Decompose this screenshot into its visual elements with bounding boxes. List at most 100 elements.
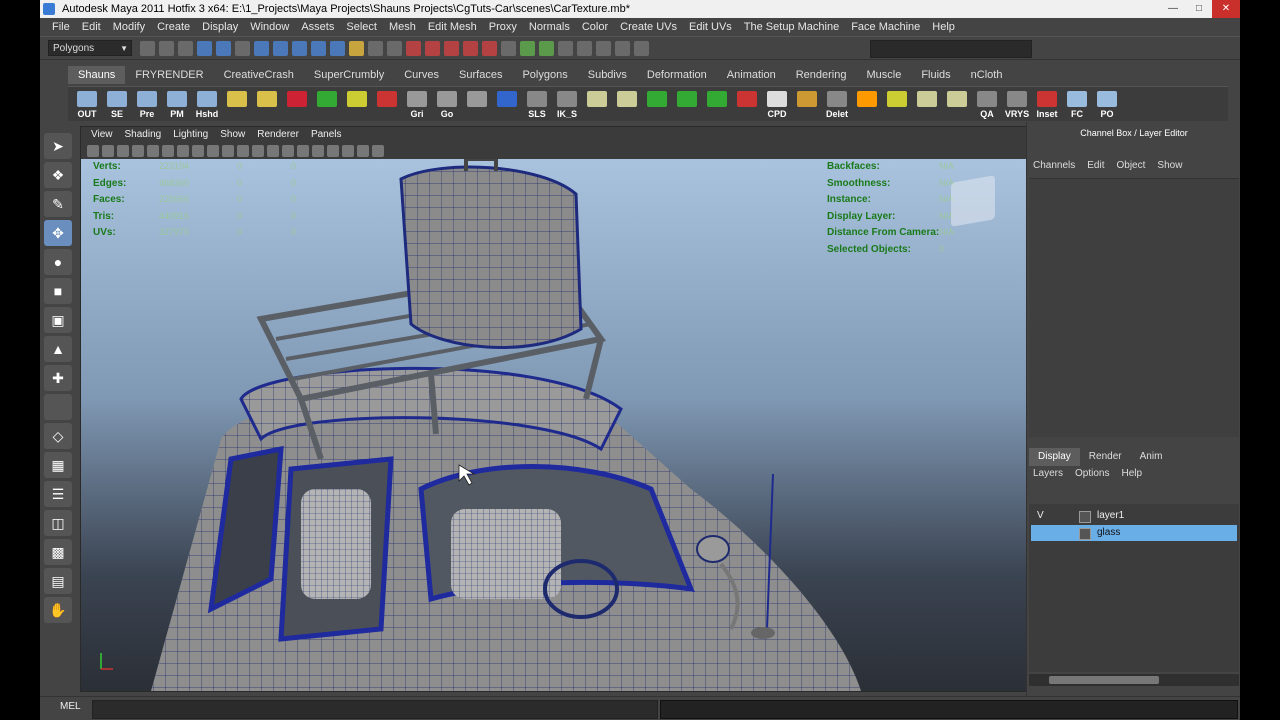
shelf-button-tool[interactable]: [884, 89, 910, 119]
shelf-button-tool[interactable]: [344, 89, 370, 119]
viewport-menu-show[interactable]: Show: [214, 127, 251, 143]
status-line-tool-icon[interactable]: [539, 41, 554, 56]
shadows-icon[interactable]: [312, 145, 324, 157]
perspective-viewport[interactable]: View Shading Lighting Show Renderer Panels: [80, 126, 1056, 692]
status-line-tool-icon[interactable]: [387, 41, 402, 56]
status-line-tool-icon[interactable]: [235, 41, 250, 56]
camera-icon[interactable]: [87, 145, 99, 157]
shelf-button-po[interactable]: PO: [1094, 89, 1120, 119]
channel-box-menu-edit[interactable]: Edit: [1081, 160, 1110, 171]
command-input[interactable]: [92, 700, 658, 719]
shelf-button-tool[interactable]: [494, 89, 520, 119]
smooth-shade-icon[interactable]: [252, 145, 264, 157]
layout-outliner[interactable]: ☰: [44, 481, 72, 507]
status-line-tool-icon[interactable]: [311, 41, 326, 56]
camera-attributes-icon[interactable]: [102, 145, 114, 157]
paint-select-tool[interactable]: ✎: [44, 191, 72, 217]
shelf-tab-deformation[interactable]: Deformation: [637, 66, 717, 84]
grid-icon[interactable]: [147, 145, 159, 157]
menu-normals[interactable]: Normals: [523, 21, 576, 33]
layer-row[interactable]: glass: [1031, 525, 1237, 541]
shelf-tab-subdivs[interactable]: Subdivs: [578, 66, 637, 84]
rotate-tool[interactable]: ●: [44, 249, 72, 275]
menu-help[interactable]: Help: [926, 21, 961, 33]
status-line-tool-icon[interactable]: [558, 41, 573, 56]
hq-render-icon[interactable]: [372, 145, 384, 157]
hand-tool[interactable]: ✋: [44, 597, 72, 623]
status-line-tool-icon[interactable]: [254, 41, 269, 56]
shelf-button-vrys[interactable]: VRYS: [1004, 89, 1030, 119]
layout-script[interactable]: ▤: [44, 568, 72, 594]
last-tool[interactable]: ✚: [44, 365, 72, 391]
menu-proxy[interactable]: Proxy: [483, 21, 523, 33]
viewport-menu-renderer[interactable]: Renderer: [251, 127, 305, 143]
shelf-button-pre[interactable]: Pre: [134, 89, 160, 119]
textured-icon[interactable]: [282, 145, 294, 157]
shelf-button-tool[interactable]: [284, 89, 310, 119]
viewport-menu-lighting[interactable]: Lighting: [167, 127, 214, 143]
layer-menu-help[interactable]: Help: [1115, 468, 1148, 479]
layer-list-scrollbar[interactable]: [1029, 674, 1239, 686]
shelf-tab-curves[interactable]: Curves: [394, 66, 449, 84]
xray-icon[interactable]: [342, 145, 354, 157]
shelf-button-tool[interactable]: [374, 89, 400, 119]
shelf-button-tool[interactable]: [614, 89, 640, 119]
status-line-tool-icon[interactable]: [596, 41, 611, 56]
layer-tab-anim[interactable]: Anim: [1131, 448, 1172, 466]
field-chart-icon[interactable]: [207, 145, 219, 157]
menu-the-setup-machine[interactable]: The Setup Machine: [738, 21, 845, 33]
status-line-tool-icon[interactable]: [615, 41, 630, 56]
status-line-tool-icon[interactable]: [140, 41, 155, 56]
shelf-button-sls[interactable]: SLS: [524, 89, 550, 119]
shelf-tab-ncloth[interactable]: nCloth: [961, 66, 1013, 84]
menu-edit-mesh[interactable]: Edit Mesh: [422, 21, 483, 33]
menu-edit[interactable]: Edit: [76, 21, 107, 33]
command-language-label[interactable]: MEL: [60, 701, 81, 712]
menu-modify[interactable]: Modify: [107, 21, 151, 33]
shelf-tab-creativecrash[interactable]: CreativeCrash: [214, 66, 304, 84]
maximize-button[interactable]: □: [1186, 0, 1212, 18]
shelf-tab-surfaces[interactable]: Surfaces: [449, 66, 512, 84]
shelf-button-fc[interactable]: FC: [1064, 89, 1090, 119]
status-line-tool-icon[interactable]: [330, 41, 345, 56]
menu-display[interactable]: Display: [196, 21, 244, 33]
shelf-button-hshd[interactable]: Hshd: [194, 89, 220, 119]
shelf-tab-supercrumbly[interactable]: SuperCrumbly: [304, 66, 394, 84]
shelf-button-delet[interactable]: Delet: [824, 89, 850, 119]
move-tool[interactable]: ✥: [44, 220, 72, 246]
shelf-tab-shauns[interactable]: Shauns: [68, 66, 126, 84]
menu-assets[interactable]: Assets: [295, 21, 340, 33]
scale-tool[interactable]: ■: [44, 278, 72, 304]
layer-visibility-toggle[interactable]: V: [1037, 508, 1044, 524]
shelf-button-pm[interactable]: PM: [164, 89, 190, 119]
select-tool[interactable]: ➤: [44, 133, 72, 159]
shelf-button-tool[interactable]: [944, 89, 970, 119]
shelf-button-tool[interactable]: [644, 89, 670, 119]
status-line-tool-icon[interactable]: [197, 41, 212, 56]
shelf-button-tool[interactable]: [794, 89, 820, 119]
shelf-button-tool[interactable]: [584, 89, 610, 119]
status-line-tool-icon[interactable]: [178, 41, 193, 56]
safe-action-icon[interactable]: [222, 145, 234, 157]
status-line-tool-icon[interactable]: [463, 41, 478, 56]
shelf-button-gri[interactable]: Gri: [404, 89, 430, 119]
film-gate-icon[interactable]: [162, 145, 174, 157]
lasso-tool[interactable]: ❖: [44, 162, 72, 188]
menu-create-uvs[interactable]: Create UVs: [614, 21, 683, 33]
quick-select-field[interactable]: [870, 40, 1032, 58]
gate-mask-icon[interactable]: [192, 145, 204, 157]
xray-joints-icon[interactable]: [357, 145, 369, 157]
menu-mesh[interactable]: Mesh: [383, 21, 422, 33]
status-line-tool-icon[interactable]: [216, 41, 231, 56]
minimize-button[interactable]: —: [1160, 0, 1186, 18]
shelf-button-tool[interactable]: [254, 89, 280, 119]
channel-box-body[interactable]: [1029, 178, 1239, 437]
channel-box-menu-show[interactable]: Show: [1151, 160, 1188, 171]
shelf-button-qa[interactable]: QA: [974, 89, 1000, 119]
layer-tab-render[interactable]: Render: [1080, 448, 1131, 466]
status-line-tool-icon[interactable]: [273, 41, 288, 56]
menu-create[interactable]: Create: [151, 21, 196, 33]
layer-color-swatch[interactable]: [1079, 528, 1091, 540]
shelf-button-tool[interactable]: [734, 89, 760, 119]
layout-hypershade[interactable]: ▩: [44, 539, 72, 565]
